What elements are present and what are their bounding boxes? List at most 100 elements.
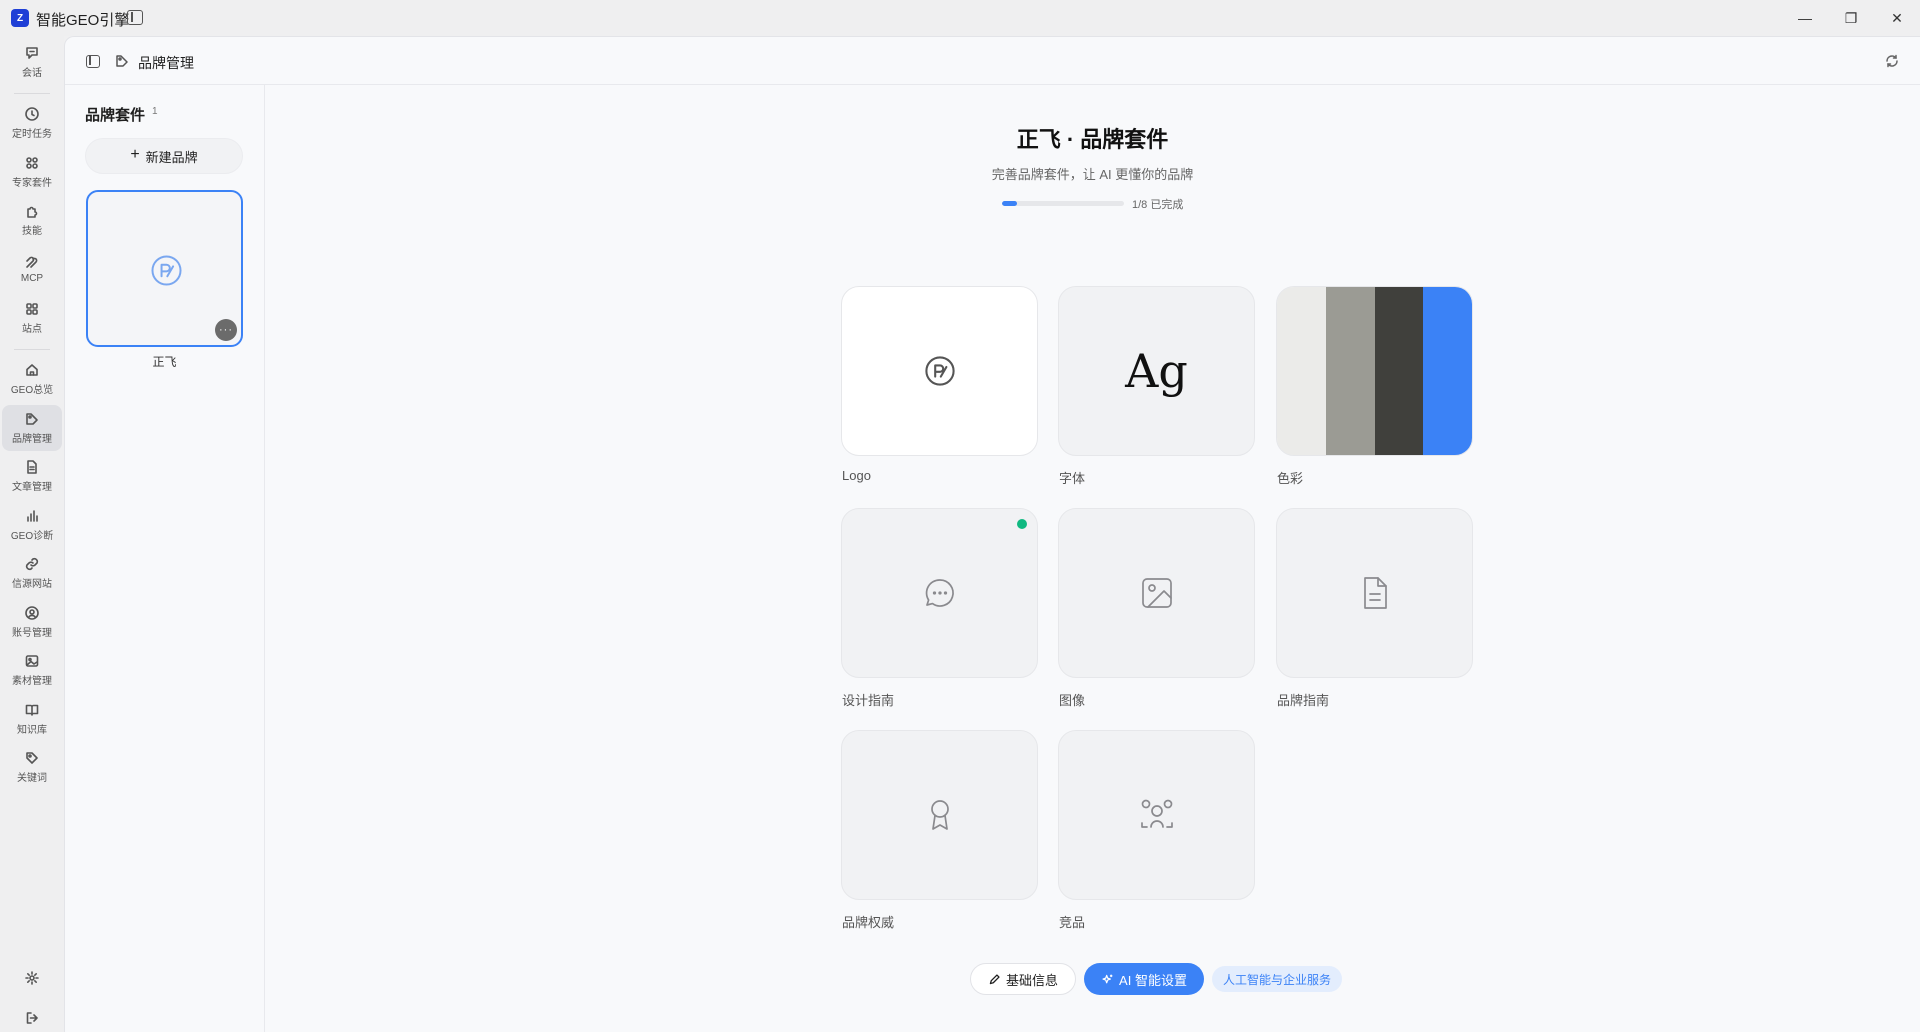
nav-label: 会话 [22,68,42,79]
panel-toggle-icon[interactable] [86,55,100,68]
tile-design-guide[interactable] [841,508,1038,678]
more-options-button[interactable]: ··· [215,319,237,341]
nav-label: 信源网站 [12,579,52,590]
new-brand-label: 新建品牌 [145,149,198,165]
nav-item-knowledge-base[interactable]: 知识库 [2,696,62,742]
nav-item-geo-overview[interactable]: GEO总览 [2,356,62,402]
grid-icon [26,157,38,169]
nav-label: 知识库 [17,725,47,736]
book-icon [25,704,39,716]
nav-label: 素材管理 [12,676,52,687]
tile-label-brand-authority: 品牌权威 [842,915,895,930]
tile-image[interactable] [1058,508,1255,678]
nav-label: 定时任务 [12,129,52,140]
nav-label: 关键词 [17,773,47,784]
settings-icon [25,971,39,985]
nav-item-geo-diagnosis[interactable]: GEO诊断 [2,502,62,548]
home-icon [26,364,38,376]
tile-color[interactable] [1276,286,1473,456]
main-frame: 品牌管理 品牌套件 1 + 新建品牌 ··· 正飞 正飞 · 品牌套件 完善品牌… [64,36,1920,1032]
nav-item-skills[interactable]: 技能 [2,197,62,243]
nav-label: 文章管理 [12,482,52,493]
brand-icon [26,413,38,425]
tag-icon [26,752,38,764]
pencil-icon [989,973,1000,984]
tile-brand-guide[interactable] [1276,508,1473,678]
color-swatch [1277,287,1326,455]
nav-item-brand-management[interactable]: 品牌管理 [2,405,62,451]
tile-label-design-guide: 设计指南 [842,693,895,708]
nav-item-scheduled-tasks[interactable]: 定时任务 [2,100,62,146]
tile-logo[interactable] [841,286,1038,456]
nav-item-accounts[interactable]: 账号管理 [2,599,62,645]
document-icon [27,460,37,474]
title-bar: Z 智能GEO引擎 — ❐ ✕ [0,0,1920,36]
divider [14,93,50,94]
brand-name: 正飞 [152,355,177,369]
nav-item-expert-kit[interactable]: 专家套件 [2,149,62,195]
basic-info-label: 基础信息 [1005,972,1058,988]
sidebar-toggle-icon[interactable] [127,10,143,25]
brand-kit-content: 正飞 · 品牌套件 完善品牌套件，让 AI 更懂你的品牌 1/8 已完成 Log… [265,85,1920,1032]
nav-label: 站点 [22,324,42,335]
tile-competitors[interactable] [1058,730,1255,900]
tile-label-image: 图像 [1059,693,1086,708]
tile-label-competitors: 竞品 [1059,915,1086,930]
nav-item-chat[interactable]: 会话 [2,39,62,85]
app-logo-icon: Z [11,9,29,27]
nav-item-articles[interactable]: 文章管理 [2,453,62,499]
logout-icon [26,1012,38,1024]
user-circle-icon [25,606,39,620]
settings-button[interactable] [2,960,62,996]
brand-card[interactable]: ··· [86,190,243,347]
brand-logo-icon [924,356,955,386]
color-swatch [1325,287,1375,455]
image-icon [1141,578,1172,608]
minimize-button[interactable]: — [1782,0,1828,36]
link-icon [25,557,39,571]
font-preview: Ag [1125,344,1188,398]
close-button[interactable]: ✕ [1874,0,1920,36]
competitors-icon [1140,799,1173,828]
nav-label: MCP [20,273,44,284]
nav-item-mcp[interactable]: MCP [2,246,62,292]
nav-label: GEO诊断 [10,531,54,542]
sparkle-icon [1102,974,1113,983]
award-icon [930,800,949,830]
tile-label-logo: Logo [842,468,871,483]
ai-setup-button[interactable]: AI 智能设置 [1084,963,1204,995]
brand-icon [116,55,128,67]
nav-label: 技能 [22,226,42,237]
progress-text: 1/8 已完成 [1132,199,1184,211]
tile-font[interactable]: Ag [1058,286,1255,456]
nav-label: GEO总览 [10,385,54,396]
new-brand-button[interactable]: + 新建品牌 [85,138,243,174]
nav-item-materials[interactable]: 素材管理 [2,647,62,693]
brand-count: 1 [152,106,158,117]
nav-label: 账号管理 [12,628,52,639]
basic-info-button[interactable]: 基础信息 [970,963,1076,995]
tile-brand-authority[interactable] [841,730,1038,900]
tile-label-brand-guide: 品牌指南 [1277,693,1330,708]
progress-bar [1002,201,1124,206]
color-swatch [1423,287,1472,455]
complete-indicator [1017,519,1027,529]
logout-button[interactable] [2,1000,62,1032]
page-subtitle: 完善品牌套件，让 AI 更懂你的品牌 [991,167,1194,182]
refresh-icon[interactable] [1884,53,1900,69]
nav-item-source-sites[interactable]: 信源网站 [2,550,62,596]
nav-rail: 会话 定时任务 专家套件 技能 MCP 站点 GEO总览 品牌管理 文章管理 G… [0,36,64,1032]
mcp-icon [26,256,38,268]
nav-item-sites[interactable]: 站点 [2,295,62,341]
clock-icon [25,107,39,121]
page-title: 正飞 · 品牌套件 [1016,127,1169,152]
restore-button[interactable]: ❐ [1828,0,1874,36]
nav-item-keywords[interactable]: 关键词 [2,744,62,790]
tile-label-color: 色彩 [1277,471,1304,486]
bar-chart-icon [27,510,38,522]
nav-label: 专家套件 [12,178,52,189]
industry-tag[interactable]: 人工智能与企业服务 [1212,966,1343,992]
app-title: 智能GEO引擎 [36,12,130,29]
document-icon [1363,577,1387,609]
nav-label: 品牌管理 [12,434,52,445]
